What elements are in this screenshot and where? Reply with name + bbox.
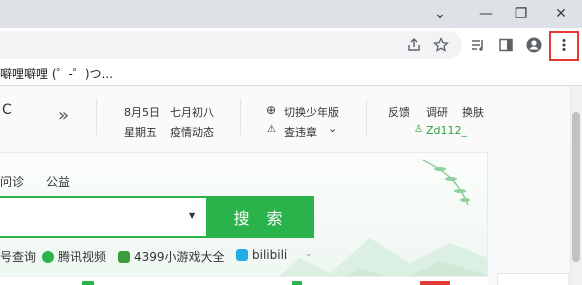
bilibili-icon (236, 249, 248, 261)
quick-link[interactable]: 腾讯视频 (42, 248, 106, 265)
nav-strip (0, 276, 488, 285)
username-link[interactable]: Zd112_ (426, 124, 467, 137)
quick-link[interactable]: 4399小游戏大全 (118, 248, 225, 265)
quick-link-label: 4399小游戏大全 (134, 250, 225, 264)
quick-link[interactable]: 号查询 (0, 248, 36, 265)
page-viewport: C » 8月5日 星期五 七月初八 疫情动态 ⊕ 切换少年版 ⚠ 查违章 ⌄ 反… (0, 87, 570, 285)
chevron-down-icon[interactable]: ⌄ (305, 249, 313, 259)
logo-partial: C (2, 102, 12, 118)
epidemic-link[interactable]: 疫情动态 (170, 124, 214, 140)
side-panel-icon[interactable] (496, 35, 516, 55)
quick-link-label: bilibili (252, 248, 288, 262)
lunar-date-text: 七月初八 (170, 106, 214, 119)
search-input[interactable]: ▼ (0, 196, 208, 238)
menu-highlight-box (549, 31, 579, 61)
nav-icon (292, 281, 302, 285)
game-4399-icon (118, 250, 130, 263)
youth-mode-link[interactable]: 切换少年版 (284, 104, 339, 120)
share-icon[interactable] (404, 35, 424, 55)
reading-list-icon[interactable] (468, 35, 488, 55)
tab-consult[interactable]: 问诊 (0, 173, 24, 190)
address-bar[interactable] (0, 31, 462, 59)
title-bar: ⌄ — ❐ ✕ (0, 0, 582, 28)
tab-search-chevron-icon[interactable]: ⌄ (417, 0, 463, 28)
feedback-link[interactable]: 反馈 (388, 104, 410, 120)
bookmark-item[interactable]: 噼哩噼哩 (゜-゜)つ... (0, 62, 113, 86)
star-icon[interactable] (431, 35, 451, 55)
nav-hot-label (420, 281, 450, 285)
search-button[interactable]: 搜 索 (208, 196, 314, 238)
warning-icon: ⚠ (267, 124, 276, 135)
chevron-down-icon[interactable]: ⌄ (328, 122, 337, 135)
close-window-button[interactable]: ✕ (538, 0, 582, 28)
quick-link[interactable]: bilibili (236, 248, 287, 262)
violation-link[interactable]: 查违章 (284, 124, 317, 140)
weekday-text: 星期五 (124, 126, 157, 139)
search-panel: 问诊 公益 ▼ 搜 索 号查询 腾讯视频 4399小游戏大全 bilibili … (0, 152, 488, 285)
browser-toolbar (0, 28, 582, 62)
bookmarks-bar: 噼哩噼哩 (゜-゜)つ... (0, 62, 582, 86)
willow-branch-illustration (422, 159, 470, 206)
nav-icon (82, 281, 94, 285)
page-header: C » 8月5日 星期五 七月初八 疫情动态 ⊕ 切换少年版 ⚠ 查违章 ⌄ 反… (0, 87, 570, 149)
user-icon: ♙ (414, 124, 423, 135)
quick-link-label: 腾讯视频 (58, 250, 107, 264)
scrollbar-thumb[interactable] (572, 112, 580, 262)
tencent-video-icon (42, 250, 54, 263)
divider (240, 99, 241, 135)
chevron-down-icon[interactable]: ▼ (189, 211, 195, 220)
more-chevron-icon[interactable]: » (58, 105, 69, 126)
clock-icon: ⊕ (266, 103, 277, 117)
side-card (497, 273, 569, 285)
profile-icon[interactable] (524, 35, 544, 55)
divider (366, 99, 367, 135)
skin-link[interactable]: 换肤 (462, 104, 484, 120)
date-text: 8月5日 (124, 106, 160, 119)
survey-link[interactable]: 调研 (426, 104, 448, 120)
quick-link-label: 号查询 (0, 250, 37, 264)
divider (96, 99, 97, 135)
tab-charity[interactable]: 公益 (46, 173, 70, 190)
